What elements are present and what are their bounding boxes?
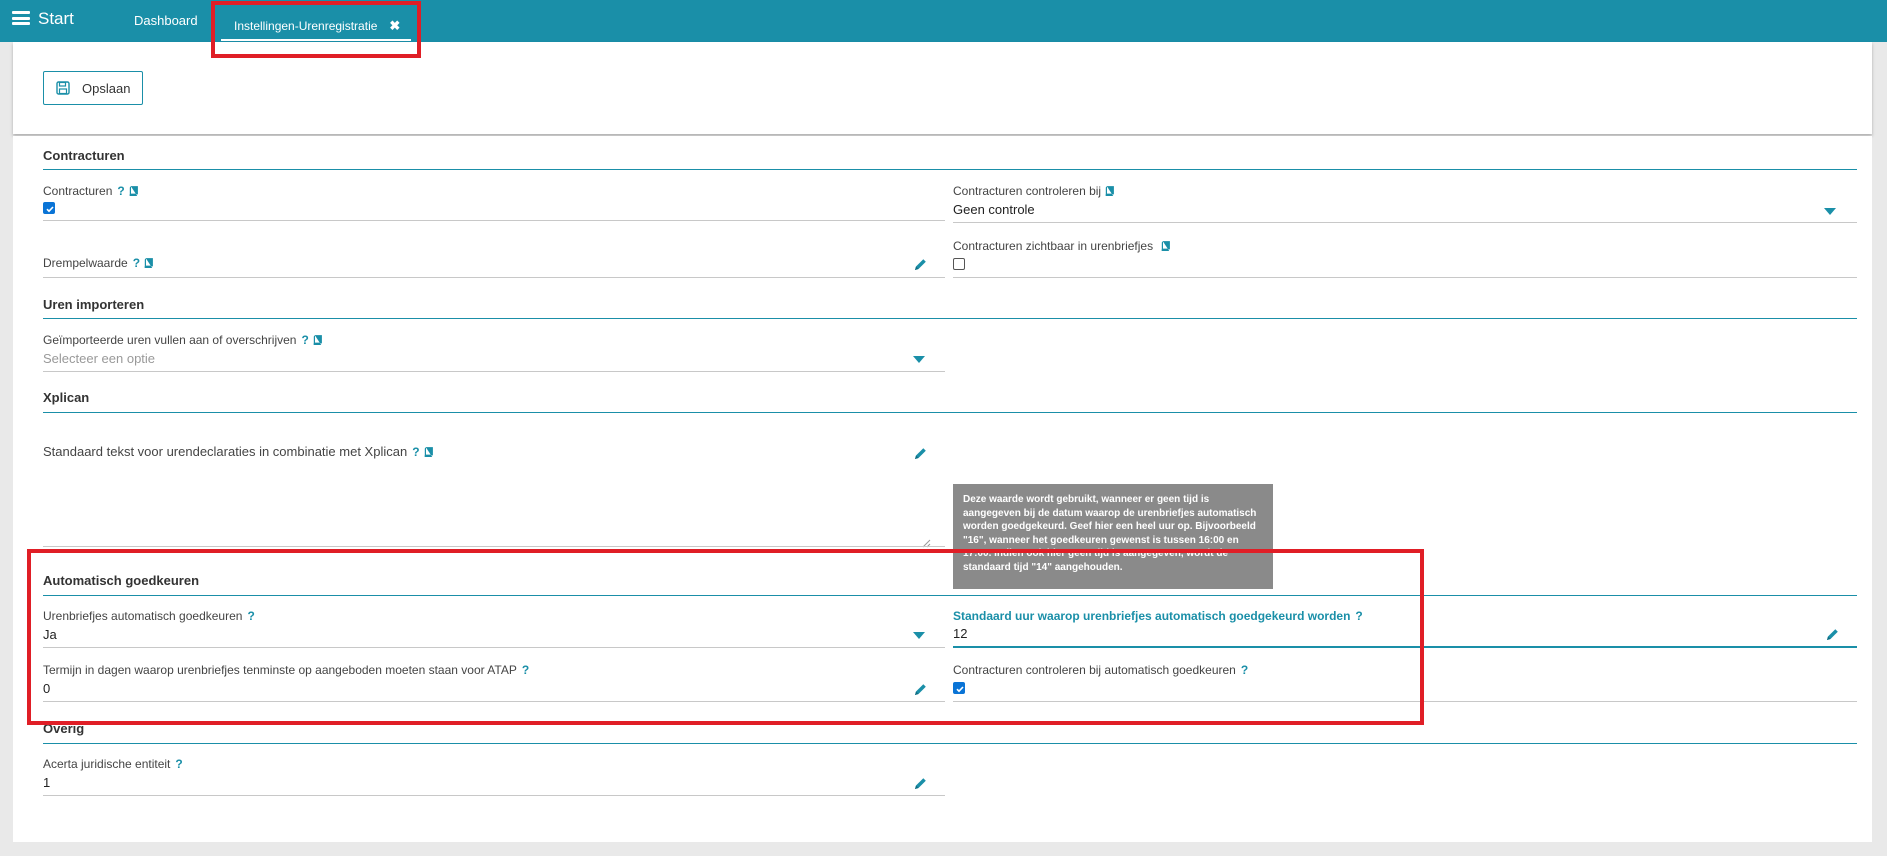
field-underline <box>953 277 1857 278</box>
field-label-acerta-juridische-entiteit: Acerta juridische entiteit? <box>43 757 183 771</box>
section-divider <box>43 412 1857 413</box>
book-icon[interactable] <box>1161 240 1171 254</box>
label-text: Contracturen zichtbaar in urenbriefjes <box>953 239 1154 253</box>
close-tab-icon[interactable]: ✖ <box>389 18 400 33</box>
tab-instellingen-urenregistratie[interactable]: Instellingen-Urenregistratie ✖ <box>234 18 400 34</box>
field-label-urenbriefjes-automatisch: Urenbriefjes automatisch goedkeuren? <box>43 609 255 623</box>
contracturen-checkbox[interactable] <box>43 202 55 214</box>
app-title-start[interactable]: Start <box>38 9 74 29</box>
field-label-drempelwaarde: Drempelwaarde? <box>43 256 153 271</box>
settings-form-panel: Contracturen Contracturen? Contracturen … <box>13 136 1872 842</box>
help-icon[interactable]: ? <box>301 333 308 347</box>
field-underline <box>953 222 1857 223</box>
toolbar-panel: Opslaan <box>13 42 1872 134</box>
help-icon[interactable]: ? <box>522 663 529 677</box>
help-icon[interactable]: ? <box>175 757 182 771</box>
field-label-standaard-tekst-xplican: Standaard tekst voor urendeclaraties in … <box>43 444 433 460</box>
edit-pencil-icon[interactable] <box>1826 628 1839 646</box>
standaard-uur-input[interactable]: 12 <box>953 626 967 641</box>
section-title-contracturen: Contracturen <box>43 148 125 163</box>
section-title-xplican: Xplican <box>43 390 90 405</box>
acerta-juridische-entiteit-input[interactable]: 1 <box>43 775 50 790</box>
field-underline <box>43 277 945 278</box>
textarea-resize-handle[interactable] <box>922 535 931 553</box>
field-label-contracturen: Contracturen? <box>43 184 138 199</box>
label-text: Urenbriefjes automatisch goedkeuren <box>43 609 243 623</box>
help-icon[interactable]: ? <box>247 609 254 623</box>
label-text: Acerta juridische entiteit <box>43 757 171 771</box>
active-tab-indicator <box>221 39 411 41</box>
urenbriefjes-automatisch-select[interactable]: Ja <box>43 627 57 642</box>
label-text: Termijn in dagen waarop urenbriefjes ten… <box>43 663 517 677</box>
termijn-in-dagen-input[interactable]: 0 <box>43 681 50 696</box>
field-label-termijn-in-dagen: Termijn in dagen waarop urenbriefjes ten… <box>43 663 529 677</box>
book-icon[interactable] <box>1105 185 1114 199</box>
field-underline <box>43 701 945 702</box>
edit-pencil-icon[interactable] <box>914 683 927 701</box>
label-text: Standaard uur waarop urenbriefjes automa… <box>953 609 1351 623</box>
field-underline-active <box>953 646 1857 648</box>
section-title-overig: Overig <box>43 721 85 736</box>
section-title-automatisch-goedkeuren: Automatisch goedkeuren <box>43 573 200 588</box>
field-underline <box>43 371 945 372</box>
edit-pencil-icon[interactable] <box>914 258 927 276</box>
help-icon[interactable]: ? <box>133 256 140 270</box>
tab-label: Instellingen-Urenregistratie <box>234 19 378 33</box>
tab-dashboard[interactable]: Dashboard <box>134 13 198 28</box>
dropdown-caret-icon[interactable] <box>1824 208 1836 215</box>
help-icon[interactable]: ? <box>1355 609 1362 623</box>
field-underline <box>43 220 945 221</box>
dropdown-caret-icon[interactable] <box>913 356 925 363</box>
floppy-disk-icon <box>56 81 70 95</box>
field-label-standaard-uur: Standaard uur waarop urenbriefjes automa… <box>953 609 1363 623</box>
label-text: Contracturen controleren bij automatisch… <box>953 663 1236 677</box>
dropdown-caret-icon[interactable] <box>913 632 925 639</box>
field-underline <box>43 647 945 648</box>
help-tooltip: Deze waarde wordt gebruikt, wanneer er g… <box>953 484 1273 589</box>
textarea-underline <box>43 546 945 547</box>
field-label-contracturen-controleren-bij: Contracturen controleren bij <box>953 184 1114 199</box>
edit-pencil-icon[interactable] <box>914 777 927 795</box>
label-text: Standaard tekst voor urendeclaraties in … <box>43 444 408 459</box>
contracturen-controleren-bij-select[interactable]: Geen controle <box>953 202 1035 217</box>
hamburger-menu-icon[interactable] <box>12 11 30 25</box>
section-divider <box>43 743 1857 744</box>
help-icon[interactable]: ? <box>1241 663 1248 677</box>
help-icon[interactable]: ? <box>412 445 419 459</box>
field-underline <box>43 795 945 796</box>
help-icon[interactable]: ? <box>117 184 124 198</box>
field-underline <box>953 701 1857 702</box>
edit-pencil-icon[interactable] <box>914 447 927 465</box>
save-button[interactable]: Opslaan <box>43 71 143 105</box>
section-title-uren-importeren: Uren importeren <box>43 297 145 312</box>
section-divider <box>43 318 1857 319</box>
label-text: Contracturen <box>43 184 113 198</box>
contracturen-automatisch-checkbox[interactable] <box>953 682 965 694</box>
contracturen-zichtbaar-checkbox[interactable] <box>953 258 965 270</box>
field-label-geimporteerde-uren: Geïmporteerde uren vullen aan of oversch… <box>43 333 322 348</box>
label-text: Contracturen controleren bij <box>953 184 1102 198</box>
book-icon[interactable] <box>313 334 322 348</box>
top-navigation-bar: Start Dashboard Instellingen-Urenregistr… <box>0 0 1887 42</box>
save-button-label: Opslaan <box>82 80 131 96</box>
book-icon[interactable] <box>424 445 433 460</box>
book-icon[interactable] <box>129 185 138 199</box>
field-label-contracturen-automatisch: Contracturen controleren bij automatisch… <box>953 663 1248 677</box>
section-divider <box>43 169 1857 170</box>
label-text: Drempelwaarde <box>43 256 128 270</box>
geimporteerde-uren-select[interactable]: Selecteer een optie <box>43 351 155 366</box>
field-label-contracturen-zichtbaar: Contracturen zichtbaar in urenbriefjes <box>953 239 1171 254</box>
label-text: Geïmporteerde uren vullen aan of oversch… <box>43 333 297 347</box>
section-divider <box>43 595 1857 596</box>
book-icon[interactable] <box>144 257 153 271</box>
